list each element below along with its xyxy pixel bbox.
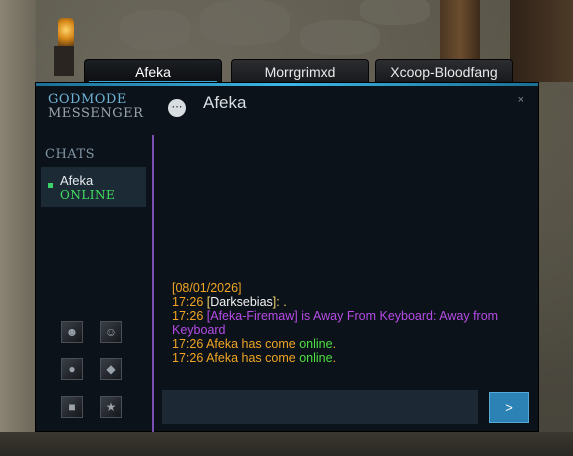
log-time: 17:26 [172, 351, 204, 365]
contact-name: Afeka [60, 173, 94, 188]
portrait-icon-3[interactable]: ● [61, 358, 83, 380]
chat-log: [08/01/2026] 17:26 [Darksebias]: . 17:26… [172, 281, 522, 365]
portrait-icon-1[interactable]: ☻ [61, 321, 83, 343]
send-button[interactable]: > [489, 392, 529, 423]
log-status: online [299, 351, 333, 365]
close-button[interactable]: × [518, 94, 524, 106]
log-line-3: 17:26 Afeka has come online. [172, 337, 522, 351]
logo-line-2: MESSENGER [48, 106, 144, 121]
portrait-icon-5[interactable]: ■ [61, 396, 83, 418]
log-line-4: 17:26 Afeka has come online. [172, 351, 522, 365]
tab-morrgrimxd[interactable]: Morrgrimxd [231, 59, 369, 83]
tab-afeka[interactable]: Afeka [84, 59, 222, 83]
log-time: 17:26 [172, 309, 204, 323]
stone-pillar [0, 0, 36, 456]
log-line-2: 17:26 [Afeka-Firemaw] is Away From Keybo… [172, 309, 522, 337]
log-message: Afeka has come [206, 351, 296, 365]
log-sender[interactable]: Darksebias [210, 295, 273, 309]
contact-item-afeka[interactable]: Afeka ONLINE [41, 167, 146, 207]
log-time: 17:26 [172, 337, 204, 351]
portrait-icon-4[interactable]: ◆ [100, 358, 122, 380]
tab-xcoop-bloodfang[interactable]: Xcoop-Bloodfang [375, 59, 513, 83]
log-message: Afeka has come [206, 337, 296, 351]
message-input[interactable] [162, 390, 478, 424]
stone [200, 0, 290, 45]
lantern-icon [58, 18, 74, 48]
stone [120, 10, 190, 50]
log-message: ]: . [272, 295, 287, 309]
log-line-1: 17:26 [Darksebias]: . [172, 295, 522, 309]
accent-bar [36, 83, 538, 86]
conversation-title: Afeka [203, 93, 247, 112]
sidebar-divider [152, 135, 154, 432]
messenger-window: GODMODE MESSENGER ⋯ Afeka × CHATS Afeka … [35, 82, 539, 432]
portrait-icon-2[interactable]: ☺ [100, 321, 122, 343]
stone [360, 0, 430, 25]
chats-heading: CHATS [45, 147, 96, 162]
online-indicator [48, 183, 53, 188]
contact-status: ONLINE [60, 188, 116, 202]
ground [0, 432, 573, 456]
messenger-logo: GODMODE MESSENGER [48, 93, 143, 121]
log-status: online [299, 337, 333, 351]
wooden-door [510, 0, 573, 82]
log-punct: . [332, 337, 337, 351]
log-message: [Afeka-Firemaw] is Away From Keyboard: A… [172, 309, 502, 337]
log-punct: . [332, 351, 337, 365]
logo-line-1: GODMODE [48, 92, 127, 107]
log-date: [08/01/2026] [172, 281, 242, 295]
stone [300, 20, 380, 55]
chat-bubble-icon: ⋯ [168, 99, 186, 117]
log-time: 17:26 [172, 295, 204, 309]
portrait-icon-6[interactable]: ★ [100, 396, 122, 418]
lantern-post [54, 46, 74, 76]
